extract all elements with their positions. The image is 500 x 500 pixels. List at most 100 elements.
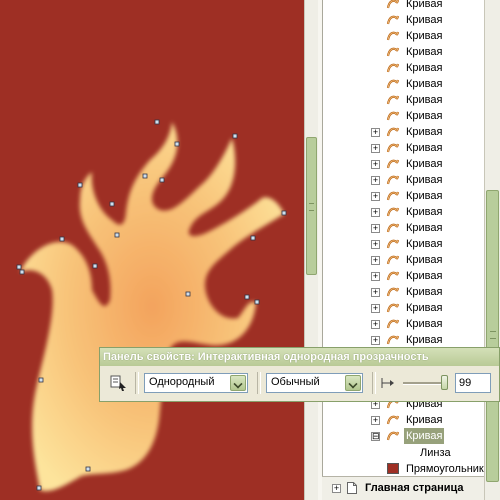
tree-row-curve[interactable]: Кривая xyxy=(323,60,484,76)
tree-row-curve[interactable]: + Кривая xyxy=(323,156,484,172)
curve-icon xyxy=(386,207,400,217)
expand-icon[interactable]: + xyxy=(371,208,380,217)
property-bar-title[interactable]: Панель свойств: Интерактивная однородная… xyxy=(100,348,499,366)
tree-row-curve[interactable]: + Кривая xyxy=(323,300,484,316)
expand-icon[interactable]: + xyxy=(371,256,380,265)
tree-item-label: Кривая xyxy=(406,78,443,90)
tree-row-curve[interactable]: Кривая xyxy=(323,44,484,60)
curve-icon xyxy=(386,303,400,313)
tree-vertical-scrollbar[interactable] xyxy=(484,0,500,500)
tree-row-curve[interactable]: + Кривая xyxy=(323,220,484,236)
curve-icon xyxy=(386,63,400,73)
grip-icon xyxy=(309,203,314,211)
curve-icon xyxy=(386,95,400,105)
tree-scroll-thumb[interactable] xyxy=(486,190,499,482)
curve-icon xyxy=(386,0,400,9)
tree-item-label: Кривая xyxy=(406,286,443,298)
curve-icon xyxy=(386,431,400,441)
canvas-vertical-scrollbar[interactable] xyxy=(304,0,318,500)
transparency-type-select[interactable]: Однородный xyxy=(144,373,248,393)
chevron-down-icon[interactable] xyxy=(345,375,361,391)
transparency-tool-icon[interactable] xyxy=(108,373,128,393)
flame-curve-shape xyxy=(20,122,284,492)
merge-mode-value: Обычный xyxy=(271,376,320,388)
tree-item-label: Кривая xyxy=(406,158,443,170)
curve-icon xyxy=(386,159,400,169)
slider-knob[interactable] xyxy=(441,375,448,390)
flame-artwork[interactable] xyxy=(0,0,304,500)
page-icon xyxy=(347,482,357,494)
tree-item-label: Кривая xyxy=(406,46,443,58)
tree-row-curve[interactable]: Кривая xyxy=(323,0,484,12)
separator xyxy=(257,372,261,394)
tree-row-curve[interactable]: + Кривая xyxy=(323,188,484,204)
tree-row-curve[interactable]: + Кривая xyxy=(323,412,484,428)
expand-icon[interactable]: + xyxy=(371,128,380,137)
expand-icon[interactable]: + xyxy=(371,224,380,233)
curve-icon xyxy=(386,175,400,185)
tree-item-label: Кривая xyxy=(406,174,443,186)
tree-item-label: Кривая xyxy=(406,14,443,26)
expand-icon[interactable]: + xyxy=(371,144,380,153)
expand-icon[interactable]: + xyxy=(332,484,341,493)
expand-icon[interactable]: + xyxy=(371,336,380,345)
curve-icon xyxy=(386,271,400,281)
expand-icon[interactable]: + xyxy=(371,288,380,297)
separator xyxy=(372,372,376,394)
tree-item-label: Кривая xyxy=(406,270,443,282)
transparency-slider[interactable] xyxy=(403,375,449,391)
expand-icon[interactable]: + xyxy=(371,192,380,201)
canvas-scroll-thumb[interactable] xyxy=(306,137,317,275)
tree-row-curve[interactable]: + Кривая xyxy=(323,140,484,156)
tree-row-curve[interactable]: + Кривая xyxy=(323,252,484,268)
tree-row-curve[interactable]: + Кривая xyxy=(323,124,484,140)
expand-icon[interactable]: + xyxy=(371,304,380,313)
transparency-value-input[interactable]: 99 xyxy=(455,373,491,393)
curve-icon xyxy=(386,255,400,265)
tree-row-curve[interactable]: Кривая xyxy=(323,108,484,124)
tree-row-curve[interactable]: + Кривая xyxy=(323,284,484,300)
expand-icon[interactable]: ⊟ xyxy=(371,432,380,441)
tree-item-label: Кривая xyxy=(406,110,443,122)
home-page-row[interactable]: + Главная страница xyxy=(322,476,484,500)
expand-icon[interactable]: + xyxy=(371,416,380,425)
tree-row-curve[interactable]: Кривая xyxy=(323,28,484,44)
tree-row-curve[interactable]: + Кривая xyxy=(323,268,484,284)
tree-row-curve[interactable]: Кривая xyxy=(323,12,484,28)
chevron-down-icon[interactable] xyxy=(230,375,246,391)
tree-row-curve[interactable]: + Кривая xyxy=(323,316,484,332)
tree-row-curve[interactable]: Кривая xyxy=(323,92,484,108)
tree-row-curve[interactable]: + Кривая xyxy=(323,172,484,188)
tree-row-curve[interactable]: + Кривая xyxy=(323,204,484,220)
merge-mode-select[interactable]: Обычный xyxy=(266,373,363,393)
curve-icon xyxy=(386,111,400,121)
transparency-type-value: Однородный xyxy=(149,376,215,388)
curve-icon xyxy=(386,127,400,137)
curve-icon xyxy=(386,335,400,345)
tree-item-label: Кривая xyxy=(406,238,443,250)
object-manager-tree[interactable]: Кривая Кривая Кривая Кривая Кривая Кривая Крив… xyxy=(322,0,484,500)
tree-item-label: Кривая xyxy=(406,0,443,10)
tree-item-label: Кривая xyxy=(406,94,443,106)
tree-row-curve[interactable]: Кривая xyxy=(323,76,484,92)
drawing-canvas[interactable] xyxy=(0,0,304,500)
grip-icon xyxy=(490,331,496,339)
tree-row-curve[interactable]: + Кривая xyxy=(323,236,484,252)
curve-icon xyxy=(386,319,400,329)
curve-icon xyxy=(386,47,400,57)
tree-item-label: Кривая xyxy=(406,30,443,42)
expand-icon[interactable]: + xyxy=(371,320,380,329)
tree-item-label: Кривая xyxy=(406,126,443,138)
expand-icon[interactable]: + xyxy=(371,176,380,185)
expand-icon[interactable]: + xyxy=(371,272,380,281)
curve-icon xyxy=(386,223,400,233)
curve-icon xyxy=(386,31,400,41)
curve-icon xyxy=(386,15,400,25)
tree-item-label: Кривая xyxy=(406,62,443,74)
expand-icon[interactable]: + xyxy=(371,240,380,249)
tree-item-label: Кривая xyxy=(406,318,443,330)
tree-row-curve-selected[interactable]: ⊟ Кривая xyxy=(323,428,484,444)
tree-row-curve[interactable]: + Кривая xyxy=(323,332,484,348)
expand-icon[interactable]: + xyxy=(371,160,380,169)
curve-icon xyxy=(386,287,400,297)
